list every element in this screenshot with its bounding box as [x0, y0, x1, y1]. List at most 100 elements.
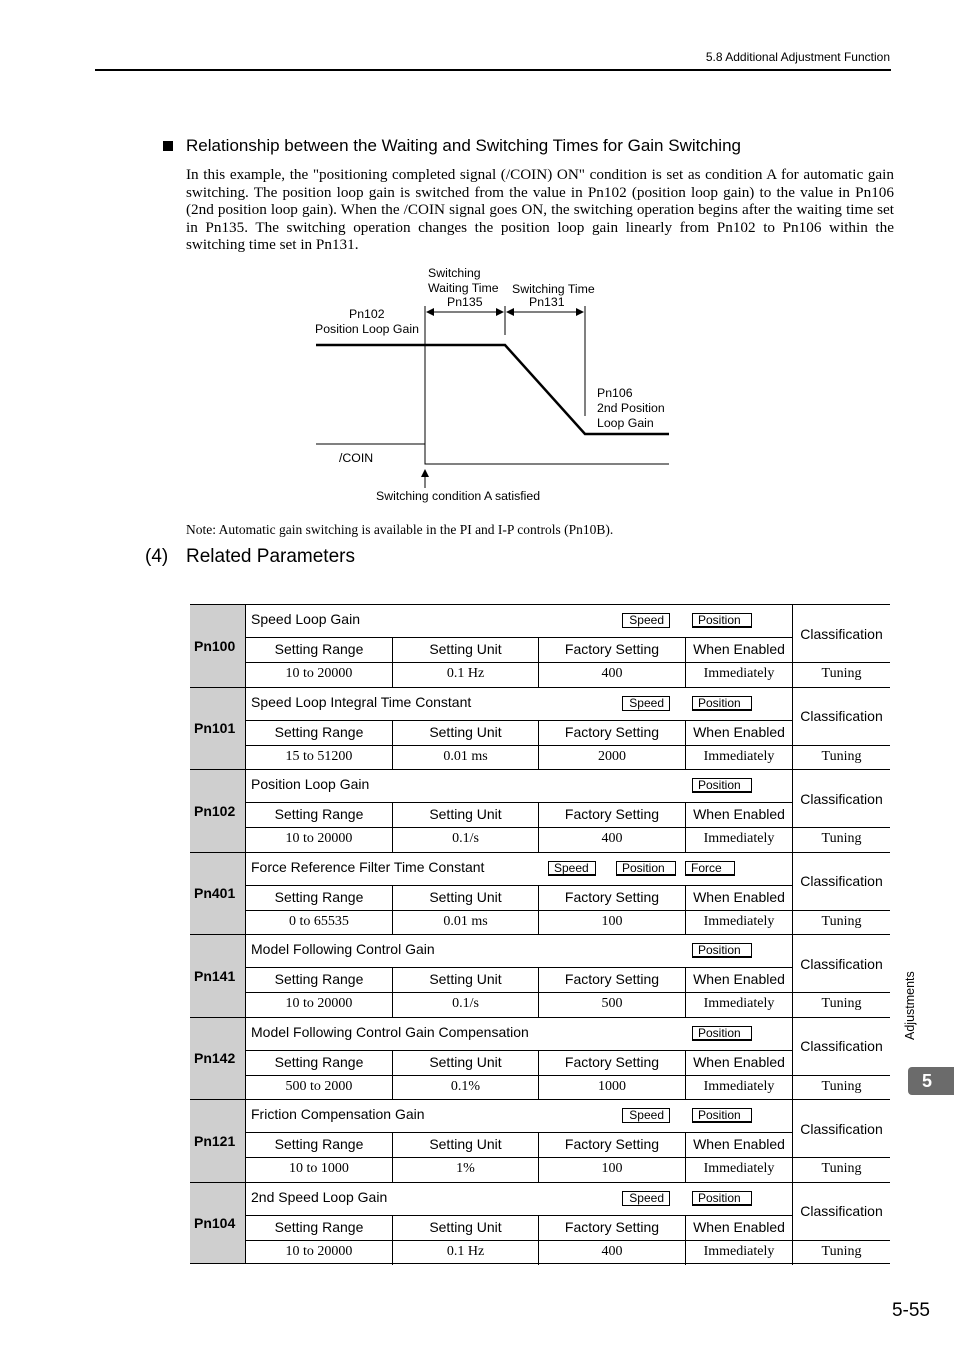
header-setting-range: Setting Range [246, 638, 393, 662]
parameter-name-text: Speed Loop Integral Time Constant [251, 693, 472, 710]
header-setting-range: Setting Range [246, 720, 393, 745]
section-title-text: Relationship between the Waiting and Swi… [186, 136, 741, 155]
setting-range-value: 0 to 65535 [246, 910, 393, 935]
label-pn106-2: 2nd Position [597, 401, 665, 415]
setting-unit-value: 0.01 ms [393, 745, 539, 770]
header-row: Setting Range Setting Unit Factory Setting… [246, 885, 792, 911]
parameter-block-pn104: Pn104 2nd Speed Loop Gain Classification Se… [190, 1181, 890, 1265]
when-enabled-value: Immediately [703, 831, 775, 846]
parameter-name-text: Position Loop Gain [251, 776, 370, 792]
related-parameters-heading: (4) Related Parameters [145, 546, 355, 568]
setting-unit-value: 0.1% [393, 1075, 539, 1100]
header-setting-unit: Setting Unit [393, 803, 539, 827]
running-header: 5.8 Additional Adjustment Function [705, 50, 890, 64]
gain-switching-diagram: Switching Waiting Time Pn135 Switching T… [315, 266, 669, 503]
page-number: 5-55 [891, 1300, 930, 1321]
header-row: Setting Range Setting Unit Factory Setting… [246, 1050, 792, 1076]
header-row: Setting Range Setting Unit Factory Setting… [246, 968, 792, 993]
intro-paragraph: In this example, the "positioning comple… [186, 166, 894, 254]
parameter-block-pn401: Pn401 Force Reference Filter Time Constan… [190, 851, 890, 935]
classification-header: Classification [792, 852, 890, 911]
factory-setting-value: 500 [539, 993, 686, 1018]
mode-tag-speed: Speed [622, 613, 670, 628]
setting-range-value: 10 to 20000 [246, 1240, 393, 1265]
header-setting-range: Setting Range [246, 1215, 393, 1240]
mode-tag-position: Position [692, 943, 752, 958]
parameter-number: Pn121 [190, 1100, 246, 1182]
setting-unit-value: 0.01 ms [393, 910, 539, 935]
value-row: 500 to 2000 0.1% 1000 Immediately Tuning [246, 1075, 890, 1100]
parameter-name-text: Force Reference Filter Time Constant [251, 858, 485, 875]
parameter-name-text: Friction Compensation Gain [251, 1106, 425, 1122]
setting-unit-value: 1% [393, 1158, 539, 1183]
note: Note: Automatic gain switching is availa… [186, 522, 614, 537]
factory-setting-value: 400 [539, 663, 686, 688]
header-setting-range: Setting Range [246, 1133, 393, 1157]
label-waiting-1: Switching [428, 266, 481, 280]
factory-setting-value: 400 [539, 828, 686, 853]
parameter-block-pn142: Pn142 Model Following Control Gain Compen… [190, 1016, 890, 1100]
mode-tag-position: Position [692, 695, 752, 711]
mode-tag-position: Position [692, 1190, 752, 1206]
when-enabled-value: Immediately [703, 666, 775, 681]
label-switching-1: Switching Time [512, 282, 595, 296]
setting-unit-value: 0.1 Hz [393, 1240, 539, 1265]
header-setting-unit: Setting Unit [393, 638, 539, 662]
header-rule [95, 69, 891, 71]
parameter-table: Pn100 Speed Loop Gain Classification Settin… [190, 604, 890, 1265]
parameter-block-pn121: Pn121 Friction Compensation Gain Classific… [190, 1099, 890, 1183]
parameter-number: Pn401 [190, 852, 246, 934]
label-pn102-1: Pn102 [349, 307, 385, 321]
setting-unit-value: 0.1/s [393, 828, 539, 853]
classification-header: Classification [792, 605, 890, 663]
value-row: 10 to 1000 1% 100 Immediately Tuning [246, 1158, 890, 1183]
parameter-name-text: Model Following Control Gain Compensatio… [251, 1023, 529, 1040]
classification-header: Classification [792, 1017, 890, 1076]
classification-value: Tuning [792, 1075, 890, 1100]
parameter-block-pn101: Pn101 Speed Loop Integral Time Constant Cl… [190, 686, 890, 770]
mode-tag-position: Position [692, 613, 752, 628]
parameter-name-text: 2nd Speed Loop Gain [251, 1188, 388, 1205]
classification-value: Tuning [792, 828, 890, 853]
header-row: Setting Range Setting Unit Factory Setting… [246, 1215, 792, 1241]
header-setting-unit: Setting Unit [393, 720, 539, 745]
classification-value: Tuning [792, 910, 890, 935]
parameter-number: Pn101 [190, 687, 246, 769]
heading-text: Related Parameters [186, 546, 355, 567]
factory-setting-value: 100 [539, 910, 686, 935]
header-row: Setting Range Setting Unit Factory Setting… [246, 1133, 792, 1158]
header-when-enabled: When Enabled [693, 1053, 785, 1070]
parameter-number: Pn142 [190, 1017, 246, 1099]
value-row: 15 to 51200 0.01 ms 2000 Immediately Tuning [246, 745, 890, 770]
value-row: 10 to 20000 0.1 Hz 400 Immediately Tuning [246, 1240, 890, 1265]
mode-tag-position: Position [692, 1108, 752, 1123]
side-chapter-label: Adjustments [903, 962, 921, 1042]
parameter-name-text: Speed Loop Gain [251, 611, 360, 627]
classification-header: Classification [792, 1182, 890, 1241]
header-setting-range: Setting Range [246, 803, 393, 827]
mode-tag-speed: Speed [548, 860, 596, 876]
label-condition: Switching condition A satisfied [376, 489, 540, 503]
header-factory-setting: Factory Setting [539, 1050, 686, 1075]
label-pn106-3: Loop Gain [597, 416, 654, 430]
header-setting-unit: Setting Unit [393, 1215, 539, 1240]
setting-unit-value: 0.1/s [393, 993, 539, 1018]
header-when-enabled: When Enabled [693, 723, 785, 740]
setting-unit-value: 0.1 Hz [393, 663, 539, 688]
value-row: 0 to 65535 0.01 ms 100 Immediately Tuning [246, 910, 890, 935]
header-when-enabled: When Enabled [693, 1136, 785, 1152]
header-when-enabled: When Enabled [693, 888, 785, 905]
when-enabled-value: Immediately [703, 1161, 775, 1176]
header-setting-unit: Setting Unit [393, 1050, 539, 1075]
setting-range-value: 10 to 20000 [246, 993, 393, 1018]
factory-setting-value: 400 [539, 1240, 686, 1265]
setting-range-value: 10 to 20000 [246, 828, 393, 853]
bullet-square-icon [163, 141, 173, 151]
factory-setting-value: 1000 [539, 1075, 686, 1100]
parameter-block-pn141: Pn141 Model Following Control Gain Classif… [190, 934, 890, 1018]
classification-value: Tuning [792, 663, 890, 688]
header-when-enabled: When Enabled [693, 641, 785, 657]
parameter-block-pn102: Pn102 Position Loop Gain Classification Set… [190, 769, 890, 853]
section-title: Relationship between the Waiting and Swi… [163, 136, 741, 156]
header-factory-setting: Factory Setting [539, 968, 686, 992]
